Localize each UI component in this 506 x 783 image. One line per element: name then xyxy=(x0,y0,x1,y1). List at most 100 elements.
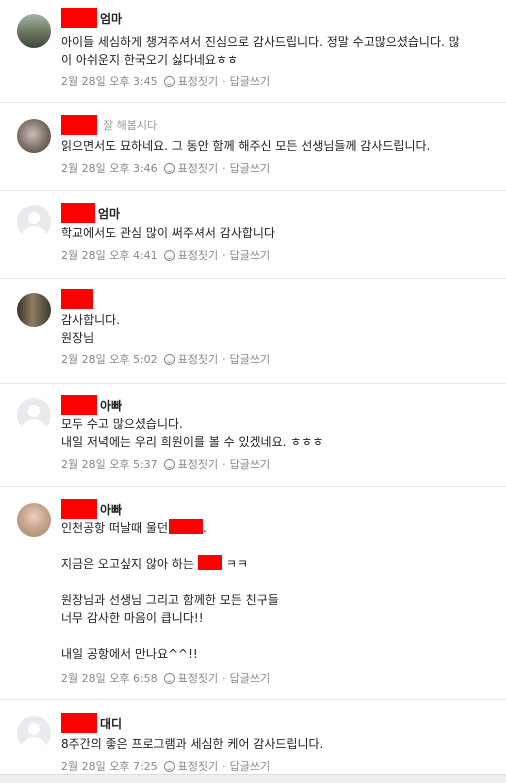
comment-line: 모두 수고 많으셨습니다. xyxy=(61,417,183,431)
react-button[interactable]: 표정짓기 xyxy=(178,351,218,367)
comment-line: 이 아쉬운지 한국오기 싫다네요ㅎㅎ xyxy=(61,53,239,67)
redacted-name[interactable] xyxy=(61,499,97,519)
comment-text: ㅋㅋ xyxy=(225,557,248,571)
react-button[interactable]: 표정짓기 xyxy=(178,456,218,472)
comment-line: 지금은 오고싶지 않아 하는 ㅋㅋ xyxy=(61,555,491,573)
comment: 대디 8주간의 좋은 프로그램과 세심한 케어 감사드립니다. 2월 28일 오… xyxy=(0,700,506,775)
avatar[interactable] xyxy=(17,119,51,153)
comment: 잘 해봅시다 읽으면서도 묘하네요. 그 동안 함께 해주신 모든 선생님들께 … xyxy=(0,103,506,191)
timestamp: 2월 28일 오후 3:46 xyxy=(61,162,158,175)
separator: · xyxy=(222,248,226,262)
comment-body: 모두 수고 많으셨습니다. 내일 저녁에는 우리 희원이를 볼 수 있겠네요. … xyxy=(61,415,491,451)
reply-button[interactable]: 답글쓰기 xyxy=(230,351,270,367)
comment-body: 인천공항 떠날때 울던. 지금은 오고싶지 않아 하는 ㅋㅋ 원장님과 선생님 그… xyxy=(61,519,491,663)
comment: 엄마 아이들 세심하게 챙겨주셔서 진심으로 감사드립니다. 정말 수고많으셨습… xyxy=(0,0,506,103)
comment-line: 인천공항 떠날때 울던. xyxy=(61,519,491,537)
scrollbar-track[interactable] xyxy=(0,774,506,783)
smile-icon[interactable] xyxy=(163,672,175,684)
smile-icon[interactable] xyxy=(163,162,175,174)
comment: 아빠 모두 수고 많으셨습니다. 내일 저녁에는 우리 희원이를 볼 수 있겠네… xyxy=(0,384,506,487)
author-row: 엄마 xyxy=(61,8,122,28)
comment-line: 원장님 xyxy=(61,331,95,345)
avatar[interactable] xyxy=(17,398,51,432)
react-button[interactable]: 표정짓기 xyxy=(178,247,218,263)
reply-button[interactable]: 답글쓰기 xyxy=(230,670,270,686)
reply-button[interactable]: 답글쓰기 xyxy=(230,758,270,774)
comment-body: 읽으면서도 묘하네요. 그 동안 함께 해주신 모든 선생님들께 감사드립니다. xyxy=(61,137,491,155)
smile-icon[interactable] xyxy=(163,75,175,87)
separator: · xyxy=(222,457,226,471)
separator: · xyxy=(222,161,226,175)
reply-button[interactable]: 답글쓰기 xyxy=(230,160,270,176)
redacted-name[interactable] xyxy=(61,395,97,415)
comment-line: 원장님과 선생님 그리고 함께한 모든 친구들 xyxy=(61,593,279,607)
comment-meta: 2월 28일 오후 3:46 표정짓기 · 답글쓰기 xyxy=(61,160,270,176)
comment-meta: 2월 28일 오후 4:41 표정짓기 · 답글쓰기 xyxy=(61,247,270,263)
comment-line: 8주간의 좋은 프로그램과 세심한 케어 감사드립니다. xyxy=(61,737,324,751)
timestamp: 2월 28일 오후 3:45 xyxy=(61,75,158,88)
avatar[interactable] xyxy=(17,716,51,750)
separator: · xyxy=(222,671,226,685)
react-button[interactable]: 표정짓기 xyxy=(178,73,218,89)
comment-body: 감사합니다. 원장님 xyxy=(61,311,491,347)
redacted-name[interactable] xyxy=(61,713,97,733)
comment: 아빠 인천공항 떠날때 울던. 지금은 오고싶지 않아 하는 ㅋㅋ 원장님과 선생… xyxy=(0,487,506,700)
timestamp: 2월 28일 오후 7:25 xyxy=(61,760,158,773)
comment-line: 내일 저녁에는 우리 희원이를 볼 수 있겠네요. ㅎㅎㅎ xyxy=(61,435,324,449)
timestamp: 2월 28일 오후 5:37 xyxy=(61,458,158,471)
comment-text: 인천공항 떠날때 울던 xyxy=(61,521,168,535)
comment-meta: 2월 28일 오후 3:45 표정짓기 · 답글쓰기 xyxy=(61,73,270,89)
author-row: 대디 xyxy=(61,713,122,733)
redacted-name[interactable] xyxy=(61,203,95,223)
author-role: 엄마 xyxy=(98,206,121,221)
author-role: 대디 xyxy=(100,716,123,731)
reply-button[interactable]: 답글쓰기 xyxy=(230,73,270,89)
author-role: 아빠 xyxy=(100,398,123,413)
reply-button[interactable]: 답글쓰기 xyxy=(230,247,270,263)
redacted-text xyxy=(197,555,222,570)
separator: · xyxy=(222,759,226,773)
timestamp: 2월 28일 오후 4:41 xyxy=(61,249,158,262)
comment-line: 감사합니다. xyxy=(61,313,121,327)
comment-line: 아이들 세심하게 챙겨주셔서 진심으로 감사드립니다. 정말 수고많으셨습니다.… xyxy=(61,35,460,49)
smile-icon[interactable] xyxy=(163,458,175,470)
avatar[interactable] xyxy=(17,503,51,537)
comment: 엄마 학교에서도 관심 많이 써주셔서 감사합니다 2월 28일 오후 4:41… xyxy=(0,191,506,279)
react-button[interactable]: 표정짓기 xyxy=(178,758,218,774)
react-button[interactable]: 표정짓기 xyxy=(178,160,218,176)
author-row: 아빠 xyxy=(61,395,122,415)
avatar[interactable] xyxy=(17,293,51,327)
redacted-name[interactable] xyxy=(61,115,97,135)
author-row xyxy=(61,289,93,309)
smile-icon[interactable] xyxy=(163,760,175,772)
redacted-text xyxy=(169,519,203,534)
comment-text: 지금은 오고싶지 않아 하는 xyxy=(61,557,194,571)
comment-meta: 2월 28일 오후 5:37 표정짓기 · 답글쓰기 xyxy=(61,456,270,472)
comment-line: 너무 감사한 마음이 큽니다!! xyxy=(61,611,204,625)
comment-meta: 2월 28일 오후 5:02 표정짓기 · 답글쓰기 xyxy=(61,351,270,367)
comment-line: 학교에서도 관심 많이 써주셔서 감사합니다 xyxy=(61,226,275,240)
avatar[interactable] xyxy=(17,205,51,239)
timestamp: 2월 28일 오후 6:58 xyxy=(61,672,158,685)
comment-meta: 2월 28일 오후 6:58 표정짓기 · 답글쓰기 xyxy=(61,670,270,686)
comment-body: 학교에서도 관심 많이 써주셔서 감사합니다 xyxy=(61,224,491,242)
smile-icon[interactable] xyxy=(163,353,175,365)
reply-button[interactable]: 답글쓰기 xyxy=(230,456,270,472)
comment-body: 아이들 세심하게 챙겨주셔서 진심으로 감사드립니다. 정말 수고많으셨습니다.… xyxy=(61,33,491,69)
separator: · xyxy=(222,74,226,88)
timestamp: 2월 28일 오후 5:02 xyxy=(61,353,158,366)
avatar[interactable] xyxy=(17,14,51,48)
redacted-name[interactable] xyxy=(61,8,97,28)
comment-text: . xyxy=(203,521,207,535)
redacted-name[interactable] xyxy=(61,289,93,309)
smile-icon[interactable] xyxy=(163,249,175,261)
comment: 감사합니다. 원장님 2월 28일 오후 5:02 표정짓기 · 답글쓰기 xyxy=(0,279,506,384)
comment-body: 8주간의 좋은 프로그램과 세심한 케어 감사드립니다. xyxy=(61,735,491,753)
react-button[interactable]: 표정짓기 xyxy=(178,670,218,686)
author-row: 엄마 xyxy=(61,203,120,223)
author-row: 잘 해봅시다 xyxy=(61,115,157,135)
separator: · xyxy=(222,352,226,366)
